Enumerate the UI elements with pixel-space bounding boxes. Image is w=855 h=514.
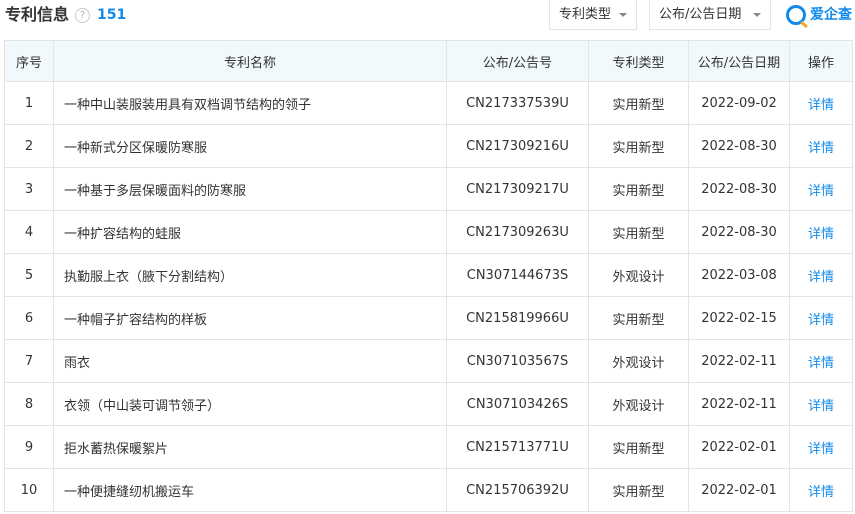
- patent-type: 实用新型: [588, 468, 689, 512]
- patent-name: 一种扩容结构的蛙服: [53, 210, 447, 254]
- logo-text: 爱企查: [810, 7, 852, 23]
- table-row: 1 一种中山装服装用具有双档调节结构的领子 CN217337539U 实用新型 2022…: [4, 81, 853, 125]
- table-row: 3 一种基于多层保暖面料的防寒服 CN217309217U 实用新型 2022-08-3…: [4, 167, 853, 211]
- patent-name: 一种基于多层保暖面料的防寒服: [53, 167, 447, 211]
- pub-number: CN215713771U: [446, 425, 589, 469]
- magnifier-logo-icon: [786, 5, 806, 25]
- table-row: 10 一种便捷缝纫机搬运车 CN215706392U 实用新型 2022-02-01 详情: [4, 468, 853, 512]
- pub-date: 2022-02-01: [688, 468, 790, 512]
- pub-number: CN307103567S: [446, 339, 589, 383]
- pub-number: CN217309216U: [446, 124, 589, 168]
- table-row: 7 雨衣 CN307103567S 外观设计 2022-02-11 详情: [4, 339, 853, 383]
- patent-type-filter[interactable]: 专利类型: [549, 0, 637, 30]
- details-link[interactable]: 详情: [789, 167, 853, 211]
- pub-date: 2022-03-08: [688, 253, 790, 297]
- pub-number: CN217337539U: [446, 81, 589, 125]
- table-row: 9 拒水蓄热保暖絮片 CN215713771U 实用新型 2022-02-01 详情: [4, 425, 853, 469]
- chevron-down-icon: [619, 13, 627, 17]
- details-link[interactable]: 详情: [789, 296, 853, 340]
- details-link[interactable]: 详情: [789, 468, 853, 512]
- row-index: 3: [4, 167, 54, 211]
- pub-number: CN307144673S: [446, 253, 589, 297]
- patent-type: 实用新型: [588, 210, 689, 254]
- patent-name: 衣领（中山装可调节领子）: [53, 382, 447, 426]
- pub-date: 2022-02-11: [688, 339, 790, 383]
- table-row: 2 一种新式分区保暖防寒服 CN217309216U 实用新型 2022-08-30 详情: [4, 124, 853, 168]
- row-index: 4: [4, 210, 54, 254]
- patent-type: 外观设计: [588, 339, 689, 383]
- pub-date: 2022-02-11: [688, 382, 790, 426]
- row-index: 10: [4, 468, 54, 512]
- patent-count: 151: [97, 7, 127, 23]
- patent-type: 实用新型: [588, 81, 689, 125]
- patent-name: 执勤服上衣（腋下分割结构）: [53, 253, 447, 297]
- pub-number: CN307103426S: [446, 382, 589, 426]
- col-header-action: 操作: [789, 40, 853, 82]
- details-link[interactable]: 详情: [789, 124, 853, 168]
- pub-number: CN217309263U: [446, 210, 589, 254]
- row-index: 8: [4, 382, 54, 426]
- patent-type: 实用新型: [588, 296, 689, 340]
- patent-type: 实用新型: [588, 124, 689, 168]
- patent-name: 一种帽子扩容结构的样板: [53, 296, 447, 340]
- details-link[interactable]: 详情: [789, 253, 853, 297]
- row-index: 2: [4, 124, 54, 168]
- row-index: 6: [4, 296, 54, 340]
- pub-number: CN217309217U: [446, 167, 589, 211]
- col-header-type: 专利类型: [588, 40, 689, 82]
- table-row: 5 执勤服上衣（腋下分割结构） CN307144673S 外观设计 2022-03-08…: [4, 253, 853, 297]
- pub-number: CN215819966U: [446, 296, 589, 340]
- details-link[interactable]: 详情: [789, 210, 853, 254]
- patent-type: 外观设计: [588, 382, 689, 426]
- patent-name: 一种便捷缝纫机搬运车: [53, 468, 447, 512]
- pub-date: 2022-08-30: [688, 167, 790, 211]
- row-index: 7: [4, 339, 54, 383]
- patent-name: 一种中山装服装用具有双档调节结构的领子: [53, 81, 447, 125]
- table-row: 8 衣领（中山装可调节领子） CN307103426S 外观设计 2022-02-11 详…: [4, 382, 853, 426]
- section-title: 专利信息: [5, 5, 70, 24]
- patent-type: 实用新型: [588, 167, 689, 211]
- patent-type: 实用新型: [588, 425, 689, 469]
- patent-table: 序号 专利名称 公布/公告号 专利类型 公布/公告日期 操作 1 一种中山装服装用…: [4, 40, 853, 512]
- table-header-row: 序号 专利名称 公布/公告号 专利类型 公布/公告日期 操作: [4, 40, 853, 82]
- patent-type-filter-label: 专利类型: [559, 7, 612, 22]
- patent-name: 拒水蓄热保暖絮片: [53, 425, 447, 469]
- section-header: 专利信息 ? 151 专利类型 公布/公告日期 爱企查: [0, 0, 855, 32]
- col-header-index: 序号: [4, 40, 54, 82]
- table-row: 6 一种帽子扩容结构的样板 CN215819966U 实用新型 2022-02-15 详情: [4, 296, 853, 340]
- row-index: 9: [4, 425, 54, 469]
- chevron-down-icon: [753, 13, 761, 17]
- col-header-name: 专利名称: [53, 40, 447, 82]
- col-header-date: 公布/公告日期: [688, 40, 790, 82]
- row-index: 5: [4, 253, 54, 297]
- patent-name: 一种新式分区保暖防寒服: [53, 124, 447, 168]
- pub-date: 2022-02-01: [688, 425, 790, 469]
- help-icon[interactable]: ?: [75, 8, 90, 23]
- table-row: 4 一种扩容结构的蛙服 CN217309263U 实用新型 2022-08-30 详情: [4, 210, 853, 254]
- pub-date: 2022-08-30: [688, 124, 790, 168]
- details-link[interactable]: 详情: [789, 81, 853, 125]
- patent-type: 外观设计: [588, 253, 689, 297]
- pub-date: 2022-08-30: [688, 210, 790, 254]
- details-link[interactable]: 详情: [789, 382, 853, 426]
- details-link[interactable]: 详情: [789, 425, 853, 469]
- row-index: 1: [4, 81, 54, 125]
- col-header-pub-no: 公布/公告号: [446, 40, 589, 82]
- pub-date: 2022-02-15: [688, 296, 790, 340]
- patent-name: 雨衣: [53, 339, 447, 383]
- pub-date-filter[interactable]: 公布/公告日期: [649, 0, 771, 30]
- pub-date: 2022-09-02: [688, 81, 790, 125]
- pub-date-filter-label: 公布/公告日期: [659, 7, 742, 22]
- details-link[interactable]: 详情: [789, 339, 853, 383]
- pub-number: CN215706392U: [446, 468, 589, 512]
